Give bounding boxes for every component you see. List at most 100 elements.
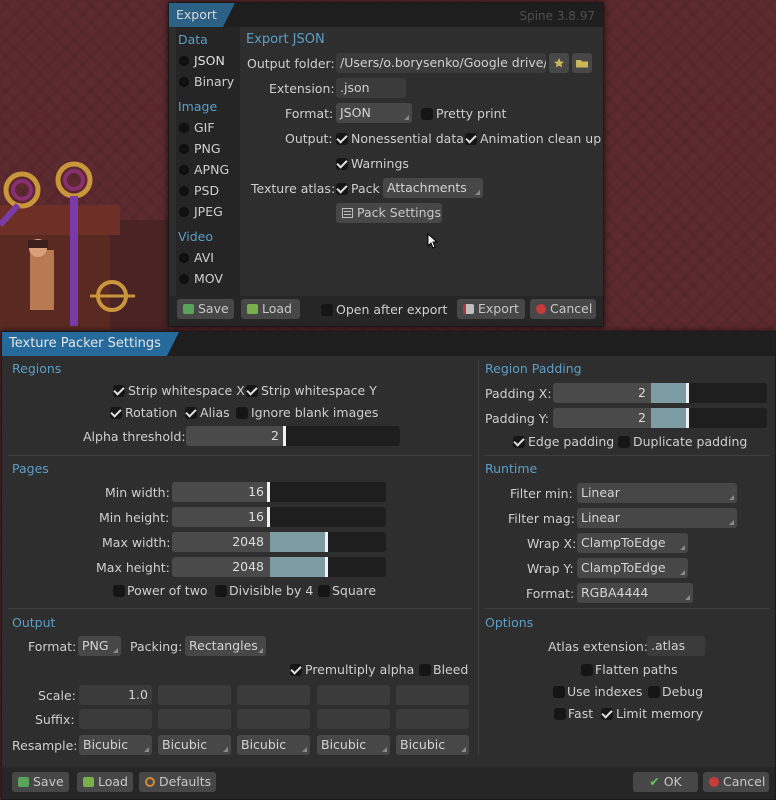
debug-label[interactable]: Debug	[662, 684, 703, 699]
apng-option[interactable]: APNG	[194, 162, 229, 177]
open-after-export-label[interactable]: Open after export	[336, 302, 447, 317]
extension-input[interactable]: .json	[336, 78, 406, 98]
warnings-checkbox[interactable]	[336, 158, 348, 170]
open-after-export-checkbox[interactable]	[321, 304, 333, 316]
resample-select-3[interactable]: Bicubic	[237, 735, 310, 755]
pack-label[interactable]: Pack	[351, 181, 380, 196]
pack-checkbox[interactable]	[336, 183, 348, 195]
packing-select[interactable]: Rectangles	[185, 636, 266, 656]
power-of-two-checkbox[interactable]	[113, 585, 125, 597]
export-save-button[interactable]: Save	[177, 299, 234, 319]
duplicate-padding-label[interactable]: Duplicate padding	[633, 434, 747, 449]
strip-x-checkbox[interactable]	[113, 385, 125, 397]
resample-select-1[interactable]: Bicubic	[79, 735, 152, 755]
use-indexes-label[interactable]: Use indexes	[567, 684, 642, 699]
gif-option[interactable]: GIF	[194, 120, 215, 135]
power-of-two-label[interactable]: Power of two	[127, 583, 208, 598]
fast-label[interactable]: Fast	[568, 706, 593, 721]
max-width-slider[interactable]: 2048	[172, 532, 386, 552]
favorite-button[interactable]	[549, 53, 569, 73]
ignore-blank-checkbox[interactable]	[236, 407, 248, 419]
nonessential-checkbox[interactable]	[336, 133, 348, 145]
use-indexes-checkbox[interactable]	[553, 686, 565, 698]
duplicate-padding-checkbox[interactable]	[618, 436, 630, 448]
pack-source-select[interactable]: Attachments	[383, 178, 483, 198]
packer-cancel-button[interactable]: Cancel	[703, 772, 769, 792]
binary-radio[interactable]	[179, 77, 189, 87]
binary-option[interactable]: Binary	[194, 74, 234, 89]
avi-option[interactable]: AVI	[194, 250, 214, 265]
alias-checkbox[interactable]	[185, 407, 197, 419]
wrap-x-select[interactable]: ClampToEdge	[577, 533, 688, 553]
square-checkbox[interactable]	[318, 585, 330, 597]
json-option[interactable]: JSON	[194, 53, 225, 68]
runtime-format-select[interactable]: RGBA4444	[577, 583, 693, 603]
scale-input-2[interactable]	[158, 685, 231, 705]
pretty-print-label[interactable]: Pretty print	[436, 106, 506, 121]
export-button[interactable]: Export	[457, 299, 525, 319]
mov-option[interactable]: MOV	[194, 271, 223, 286]
psd-radio[interactable]	[179, 186, 189, 196]
square-label[interactable]: Square	[332, 583, 376, 598]
divisible-by-4-checkbox[interactable]	[215, 585, 227, 597]
edge-padding-checkbox[interactable]	[513, 436, 525, 448]
jpeg-option[interactable]: JPEG	[194, 204, 223, 219]
scale-input-4[interactable]	[317, 685, 390, 705]
packer-save-button[interactable]: Save	[12, 772, 69, 792]
debug-checkbox[interactable]	[648, 686, 660, 698]
psd-option[interactable]: PSD	[194, 183, 219, 198]
animation-cleanup-checkbox[interactable]	[465, 133, 477, 145]
export-cancel-button[interactable]: Cancel	[530, 299, 596, 319]
filter-mag-select[interactable]: Linear	[577, 508, 737, 528]
bleed-checkbox[interactable]	[419, 664, 431, 676]
format-select[interactable]: JSON	[336, 103, 412, 123]
suffix-input-1[interactable]	[79, 709, 152, 729]
animation-cleanup-label[interactable]: Animation clean up	[480, 131, 601, 146]
rotation-checkbox[interactable]	[110, 407, 122, 419]
gif-radio[interactable]	[179, 123, 189, 133]
flatten-paths-label[interactable]: Flatten paths	[595, 662, 678, 677]
padding-x-slider[interactable]: 2	[553, 383, 767, 403]
suffix-input-3[interactable]	[237, 709, 310, 729]
pretty-print-checkbox[interactable]	[421, 108, 433, 120]
json-radio[interactable]	[179, 56, 189, 66]
export-load-button[interactable]: Load	[241, 299, 300, 319]
mov-radio[interactable]	[179, 274, 189, 284]
min-height-slider[interactable]: 16	[172, 507, 386, 527]
png-option[interactable]: PNG	[194, 141, 221, 156]
divisible-by-4-label[interactable]: Divisible by 4	[229, 583, 313, 598]
rotation-label[interactable]: Rotation	[125, 405, 177, 420]
apng-radio[interactable]	[179, 165, 189, 175]
resample-select-4[interactable]: Bicubic	[317, 735, 390, 755]
strip-y-label[interactable]: Strip whitespace Y	[261, 383, 377, 398]
suffix-input-2[interactable]	[158, 709, 231, 729]
nonessential-label[interactable]: Nonessential data	[351, 131, 464, 146]
flatten-paths-checkbox[interactable]	[581, 664, 593, 676]
alias-label[interactable]: Alias	[200, 405, 230, 420]
pack-settings-button[interactable]: Pack Settings	[336, 203, 442, 223]
ok-button[interactable]: ✔ OK	[633, 772, 698, 792]
avi-radio[interactable]	[179, 253, 189, 263]
filter-min-select[interactable]: Linear	[577, 483, 737, 503]
max-height-slider[interactable]: 2048	[172, 557, 386, 577]
min-width-slider[interactable]: 16	[172, 482, 386, 502]
resample-select-5[interactable]: Bicubic	[396, 735, 469, 755]
resample-select-2[interactable]: Bicubic	[158, 735, 231, 755]
atlas-extension-input[interactable]: .atlas	[647, 636, 705, 656]
edge-padding-label[interactable]: Edge padding	[528, 434, 614, 449]
limit-memory-checkbox[interactable]	[601, 708, 613, 720]
scale-input-1[interactable]: 1.0	[79, 685, 152, 705]
warnings-label[interactable]: Warnings	[351, 156, 409, 171]
scale-input-3[interactable]	[237, 685, 310, 705]
fast-checkbox[interactable]	[554, 708, 566, 720]
browse-folder-button[interactable]	[572, 53, 592, 73]
packer-load-button[interactable]: Load	[77, 772, 133, 792]
defaults-button[interactable]: Defaults	[139, 772, 216, 792]
jpeg-radio[interactable]	[179, 207, 189, 217]
ignore-blank-label[interactable]: Ignore blank images	[251, 405, 378, 420]
alpha-threshold-slider[interactable]: 2	[186, 426, 400, 446]
premultiply-checkbox[interactable]	[290, 664, 302, 676]
png-radio[interactable]	[179, 144, 189, 154]
strip-x-label[interactable]: Strip whitespace X	[128, 383, 245, 398]
limit-memory-label[interactable]: Limit memory	[616, 706, 703, 721]
